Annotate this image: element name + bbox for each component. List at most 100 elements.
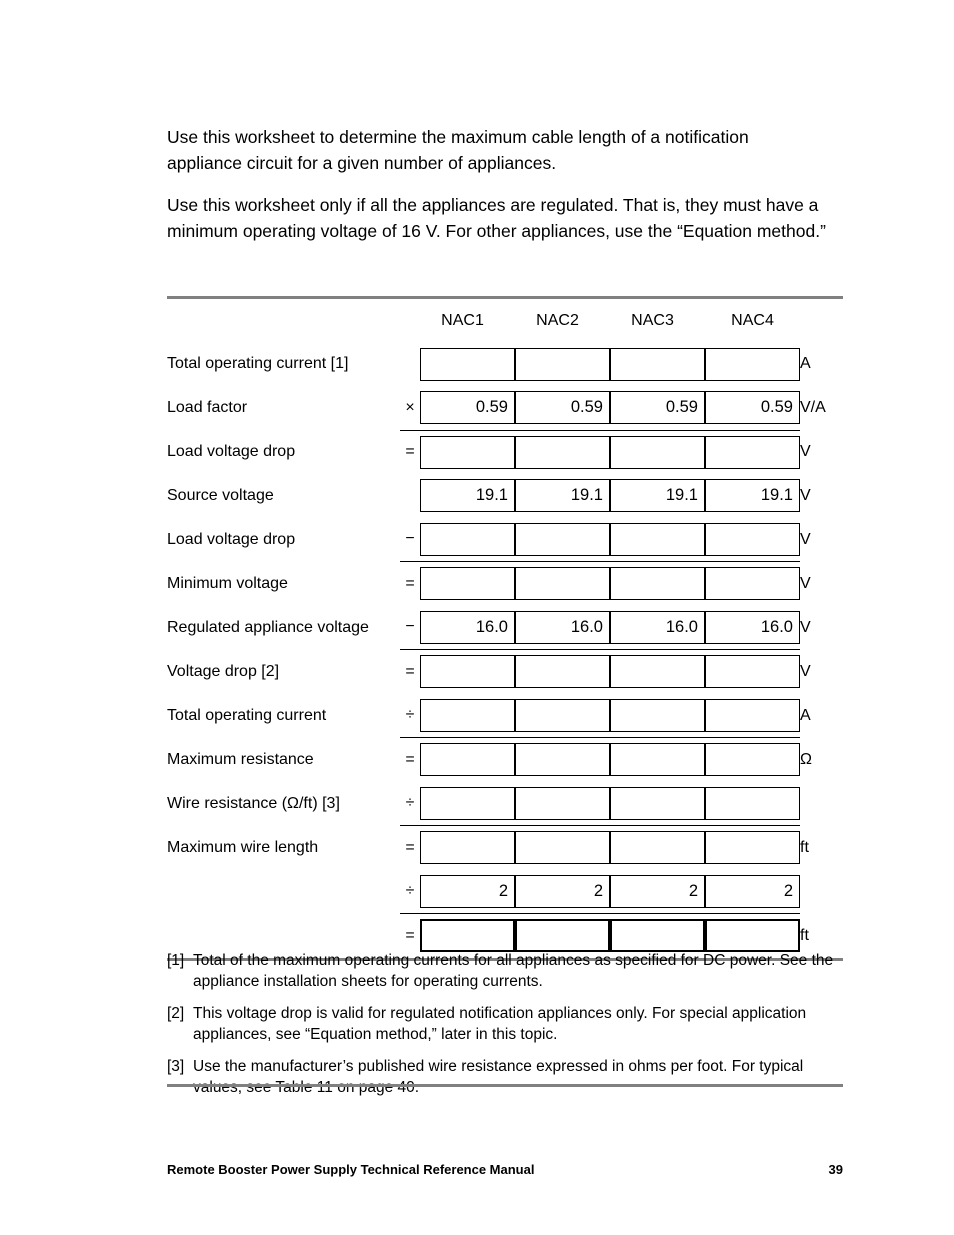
worksheet-input-box[interactable]	[420, 743, 515, 777]
cell-container	[515, 561, 610, 606]
footnote-marker: [2]	[167, 1005, 185, 1022]
worksheet-input-box[interactable]	[610, 743, 705, 777]
worksheet-input-box[interactable]: 2	[420, 874, 515, 908]
column-header-label: NAC1	[441, 311, 484, 329]
worksheet-input-box[interactable]	[610, 522, 705, 556]
worksheet-input-box[interactable]: 0.59	[610, 391, 705, 425]
cell-container: 0.59	[705, 386, 800, 430]
column-header-nac4: NAC4	[705, 299, 800, 343]
worksheet-input-box[interactable]	[705, 347, 800, 381]
worksheet-row: Voltage drop [2] = V	[167, 649, 852, 694]
worksheet-input-box[interactable]	[610, 347, 705, 381]
worksheet-input-box[interactable]	[705, 919, 800, 953]
cell-container: 0.59	[420, 386, 515, 430]
cell-container	[705, 782, 800, 826]
worksheet-input-box[interactable]: 0.59	[515, 391, 610, 425]
cell-container: 19.1	[610, 474, 705, 518]
cell-container	[705, 649, 800, 694]
worksheet-input-box[interactable]	[420, 831, 515, 865]
worksheet-input-box[interactable]: 16.0	[420, 610, 515, 644]
worksheet-input-box[interactable]	[705, 435, 800, 469]
worksheet-input-box[interactable]	[610, 698, 705, 732]
worksheet-input-box[interactable]	[705, 522, 800, 556]
worksheet-input-box[interactable]: 2	[610, 874, 705, 908]
row-label: Total operating current [1]	[167, 355, 349, 373]
worksheet-input-box[interactable]	[515, 347, 610, 381]
worksheet-input-box[interactable]	[610, 919, 705, 953]
footnotes-bottom-rule	[167, 1084, 843, 1087]
cell-container	[420, 429, 515, 474]
worksheet-input-box[interactable]: 16.0	[610, 610, 705, 644]
cell-container	[705, 518, 800, 562]
worksheet-input-box[interactable]: 19.1	[515, 479, 610, 513]
row-unit	[800, 870, 852, 914]
worksheet-row: Source voltage 19.1 19.1 19.1 19.1 V	[167, 474, 852, 518]
cell-container	[420, 782, 515, 826]
row-operator: =	[400, 561, 420, 606]
header-op-spacer	[400, 299, 420, 343]
worksheet-input-box[interactable]	[705, 831, 800, 865]
worksheet-input-box[interactable]	[610, 786, 705, 820]
cell-container	[610, 649, 705, 694]
worksheet-input-box[interactable]	[610, 567, 705, 601]
worksheet-input-box[interactable]: 19.1	[420, 479, 515, 513]
worksheet-input-box[interactable]: 2	[705, 874, 800, 908]
row-label	[167, 870, 400, 914]
worksheet-input-box[interactable]	[705, 698, 800, 732]
row-label: Load voltage drop	[167, 443, 296, 460]
worksheet-input-box[interactable]	[705, 655, 800, 689]
worksheet-input-box[interactable]	[515, 698, 610, 732]
worksheet-input-box[interactable]	[420, 522, 515, 556]
row-label: Maximum resistance	[167, 750, 314, 768]
cell-container	[420, 737, 515, 782]
row-unit: Ω	[800, 750, 812, 768]
worksheet-input-box[interactable]	[420, 786, 515, 820]
worksheet-input-box[interactable]	[515, 786, 610, 820]
worksheet-input-box[interactable]: 2	[515, 874, 610, 908]
worksheet-input-box[interactable]	[515, 831, 610, 865]
worksheet-input-box[interactable]	[515, 522, 610, 556]
cell-container	[420, 561, 515, 606]
worksheet-input-box[interactable]	[515, 655, 610, 689]
row-unit: V	[800, 486, 811, 504]
row-label: Minimum voltage	[167, 574, 288, 592]
row-operator: =	[400, 737, 420, 782]
worksheet-input-box[interactable]	[610, 435, 705, 469]
cell-container: 2	[610, 870, 705, 914]
cell-container	[610, 343, 705, 387]
worksheet-row: Maximum wire length = ft	[167, 825, 852, 870]
worksheet-input-box[interactable]	[610, 831, 705, 865]
worksheet-input-box[interactable]: 0.59	[705, 391, 800, 425]
row-label: Wire resistance (Ω/ft) [3]	[167, 794, 340, 812]
worksheet-input-box[interactable]	[705, 786, 800, 820]
column-header-nac3: NAC3	[610, 299, 705, 343]
worksheet-input-box[interactable]	[705, 743, 800, 777]
worksheet-input-box[interactable]	[705, 567, 800, 601]
worksheet-input-box[interactable]: 0.59	[420, 391, 515, 425]
cell-container: 0.59	[515, 386, 610, 430]
cell-container	[420, 343, 515, 387]
worksheet-input-box[interactable]	[515, 435, 610, 469]
worksheet-input-box[interactable]	[420, 347, 515, 381]
worksheet-input-box[interactable]	[420, 655, 515, 689]
worksheet-input-box[interactable]	[515, 567, 610, 601]
worksheet-table: NAC1 NAC2 NAC3 NAC4 Total operating current …	[167, 296, 843, 961]
page-footer: Remote Booster Power Supply Technical Re…	[167, 1162, 843, 1177]
worksheet-input-box[interactable]	[420, 567, 515, 601]
worksheet-input-box[interactable]: 16.0	[515, 610, 610, 644]
worksheet-input-box[interactable]	[420, 698, 515, 732]
worksheet-row: Load factor × 0.59 0.59 0.59 0.59 V/A	[167, 386, 852, 430]
cell-container	[515, 737, 610, 782]
worksheet-input-box[interactable]	[610, 655, 705, 689]
worksheet-input-box[interactable]	[420, 919, 515, 953]
cell-container	[515, 343, 610, 387]
worksheet-input-box[interactable]: 19.1	[610, 479, 705, 513]
worksheet-input-box[interactable]	[515, 919, 610, 953]
cell-container	[515, 649, 610, 694]
cell-container	[610, 694, 705, 738]
worksheet-input-box[interactable]: 16.0	[705, 610, 800, 644]
intro-paragraph-1: Use this worksheet to determine the maxi…	[167, 127, 749, 173]
worksheet-input-box[interactable]	[515, 743, 610, 777]
worksheet-input-box[interactable]	[420, 435, 515, 469]
worksheet-input-box[interactable]: 19.1	[705, 479, 800, 513]
